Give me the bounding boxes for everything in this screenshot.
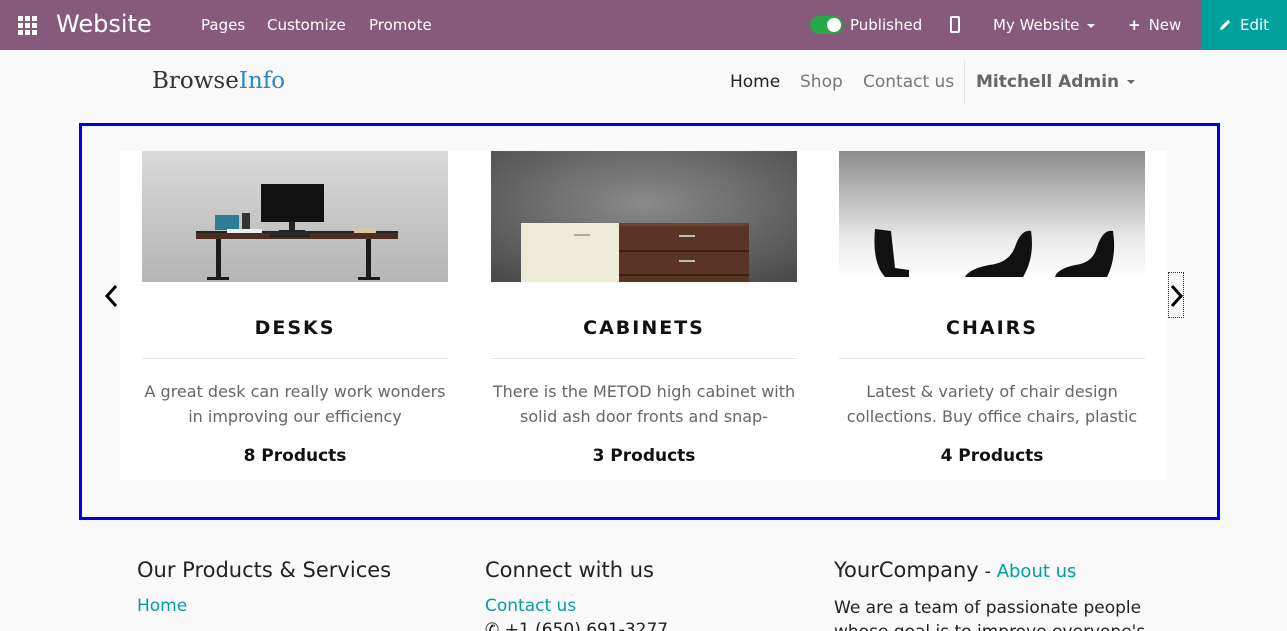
- category-card-chairs[interactable]: CHAIRS Latest & variety of chair design …: [839, 151, 1145, 480]
- app-title[interactable]: Website: [56, 10, 152, 38]
- user-name: Mitchell Admin: [976, 72, 1120, 92]
- user-menu[interactable]: Mitchell Admin: [976, 72, 1136, 92]
- category-title[interactable]: CABINETS: [491, 317, 797, 339]
- category-card-cabinets[interactable]: CABINETS There is the METOD high cabinet…: [491, 151, 797, 480]
- apps-grid-icon[interactable]: [18, 16, 37, 35]
- footer-phone: ✆ +1 (650) 691-3277: [485, 620, 668, 631]
- category-description: A great desk can really work wonders in …: [144, 382, 446, 426]
- category-description: Latest & variety of chair design collect…: [846, 382, 1138, 426]
- footer-connect-heading: Connect with us: [485, 558, 654, 582]
- card-divider: [491, 358, 797, 359]
- nav-home[interactable]: Home: [730, 72, 780, 92]
- card-divider: [839, 358, 1145, 359]
- footer-products-heading: Our Products & Services: [137, 558, 392, 582]
- nav-divider: [964, 60, 965, 104]
- category-description: There is the METOD high cabinet with sol…: [492, 382, 796, 426]
- category-product-count: 4 Products: [940, 446, 1044, 466]
- nav-contact-us[interactable]: Contact us: [863, 72, 954, 92]
- website-selector[interactable]: My Website: [993, 16, 1096, 34]
- footer-company-text: We are a team of passionate people whose…: [834, 598, 1145, 631]
- chevron-down-icon: [1087, 23, 1096, 28]
- heading-separator: -: [978, 561, 997, 582]
- desk-photo[interactable]: [142, 151, 448, 282]
- footer-contact-link[interactable]: Contact us: [485, 596, 576, 616]
- logo-text-browse: Browse: [152, 68, 239, 94]
- chevron-right-icon: [1170, 284, 1184, 308]
- mobile-preview-icon[interactable]: [950, 16, 960, 33]
- cabinet-photo[interactable]: [491, 151, 797, 282]
- category-product-count: 8 Products: [243, 446, 347, 466]
- footer-home-link[interactable]: Home: [137, 596, 187, 616]
- phone-icon: ✆: [485, 620, 500, 631]
- new-button[interactable]: + New: [1128, 16, 1181, 34]
- edit-button-label: Edit: [1240, 16, 1270, 34]
- edit-button[interactable]: Edit: [1202, 0, 1287, 50]
- footer-phone-number: +1 (650) 691-3277: [504, 620, 669, 631]
- menu-promote[interactable]: Promote: [369, 16, 432, 34]
- published-label[interactable]: Published: [850, 16, 922, 34]
- chevron-left-icon[interactable]: [103, 283, 119, 309]
- website-selector-label: My Website: [993, 16, 1080, 34]
- site-logo[interactable]: BrowseInfo: [152, 68, 285, 94]
- logo-text-info: Info: [238, 68, 286, 94]
- pencil-icon: [1220, 19, 1231, 30]
- card-divider: [142, 358, 448, 359]
- new-button-label: New: [1148, 16, 1182, 34]
- chairs-photo[interactable]: [839, 151, 1145, 282]
- category-product-count: 3 Products: [592, 446, 696, 466]
- carousel-next-button[interactable]: [1168, 272, 1184, 318]
- about-us-link[interactable]: About us: [997, 561, 1077, 582]
- menu-pages[interactable]: Pages: [201, 16, 245, 34]
- plus-icon: +: [1128, 16, 1141, 34]
- category-title[interactable]: CHAIRS: [839, 317, 1145, 339]
- chevron-down-icon: [1127, 80, 1136, 84]
- published-toggle[interactable]: [810, 16, 843, 34]
- menu-customize[interactable]: Customize: [267, 16, 346, 34]
- category-card-desks[interactable]: DESKS A great desk can really work wonde…: [142, 151, 448, 480]
- company-name: YourCompany: [834, 558, 979, 582]
- footer-company-heading: YourCompany - About us: [834, 558, 1076, 582]
- category-title[interactable]: DESKS: [142, 317, 448, 339]
- nav-shop[interactable]: Shop: [800, 72, 843, 92]
- admin-navbar: Website Pages Customize Promote Publishe…: [0, 0, 1287, 50]
